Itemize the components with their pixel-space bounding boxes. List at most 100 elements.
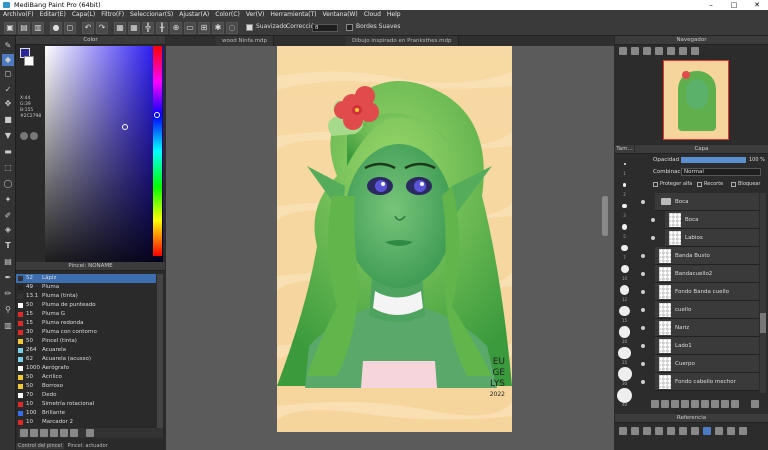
- ref-zoom-out-icon[interactable]: [643, 427, 651, 435]
- layer-visibility-icon[interactable]: [641, 290, 645, 294]
- text-tool-icon[interactable]: T: [2, 240, 14, 252]
- hue-slider-handle[interactable]: [154, 112, 160, 118]
- opacity-slider[interactable]: [681, 157, 746, 163]
- eraser-icon[interactable]: ◻: [64, 22, 76, 34]
- color-picker-cursor[interactable]: [122, 124, 128, 130]
- brush-cloud-icon[interactable]: [70, 429, 78, 437]
- new-icon[interactable]: ▣: [4, 22, 16, 34]
- bucket-tool-icon[interactable]: ▼: [2, 130, 14, 142]
- brush-list-item[interactable]: 50 Pluma de punteado: [16, 301, 156, 310]
- ref-fit-icon[interactable]: [655, 427, 663, 435]
- layer-row[interactable]: Banda Busto: [641, 247, 759, 265]
- brush-list-item[interactable]: 100 Brillante: [16, 409, 156, 418]
- menu-editar[interactable]: Editar(E): [37, 10, 69, 20]
- layer-scroll-thumb[interactable]: [760, 313, 766, 333]
- brush-list-item[interactable]: 264 Acuarela: [16, 346, 156, 355]
- add-brush-icon[interactable]: [20, 429, 28, 437]
- brush-list-item[interactable]: 15 Pluma G: [16, 310, 156, 319]
- brush-size-option[interactable]: 7: [616, 241, 633, 261]
- rect-tool-icon[interactable]: ■: [2, 114, 14, 126]
- snap5-icon[interactable]: ⊞: [198, 22, 210, 34]
- layer-visibility-icon[interactable]: [641, 254, 645, 258]
- snap7-icon[interactable]: ◌: [226, 22, 238, 34]
- gradient-tool-icon[interactable]: ▬: [2, 146, 14, 158]
- brush-list-item[interactable]: 70 Dedo: [16, 391, 156, 400]
- menu-ver[interactable]: Ver(V): [243, 10, 268, 20]
- brush-size-option[interactable]: 15: [616, 304, 633, 324]
- tab-doc-ninfa[interactable]: wood Ninfa.mdp: [216, 36, 274, 46]
- clipping-checkbox[interactable]: [697, 182, 702, 187]
- brush-size-option[interactable]: 12: [616, 283, 633, 303]
- ref-next-icon[interactable]: [727, 427, 735, 435]
- select-tool-icon[interactable]: ⬚: [2, 162, 14, 174]
- brush-size-option[interactable]: 10: [616, 262, 633, 282]
- navigator-preview[interactable]: [663, 60, 729, 140]
- layer-visibility-icon[interactable]: [641, 308, 645, 312]
- layer-row[interactable]: Lado1: [641, 337, 759, 355]
- eyedropper-icon[interactable]: ⚲: [2, 304, 14, 316]
- layer-visibility-icon[interactable]: [651, 218, 655, 222]
- canvas-area[interactable]: EU GE LYS 2022: [166, 46, 614, 450]
- magic-wand-icon[interactable]: ✦: [2, 194, 14, 206]
- new-layer-halftone-icon[interactable]: [661, 400, 669, 408]
- deselect-icon[interactable]: ▦: [114, 22, 126, 34]
- layer-up-icon[interactable]: [691, 400, 699, 408]
- snap6-icon[interactable]: ✱: [212, 22, 224, 34]
- layer-row[interactable]: Fondo Banda cuello: [641, 283, 759, 301]
- layer-visibility-icon[interactable]: [641, 380, 645, 384]
- saturation-value-box[interactable]: [45, 46, 163, 291]
- brush-list-item[interactable]: 49 Pluma: [16, 283, 156, 292]
- rotate-right-icon[interactable]: [691, 47, 699, 55]
- actual-size-icon[interactable]: [655, 47, 663, 55]
- layer-row[interactable]: Boca: [651, 211, 759, 229]
- maximize-button[interactable]: □: [723, 0, 745, 10]
- layer-visibility-icon[interactable]: [651, 236, 655, 240]
- correction-select[interactable]: 8: [312, 24, 338, 32]
- layer-visibility-icon[interactable]: [641, 362, 645, 366]
- menu-seleccionar[interactable]: Seleccionar(S): [127, 10, 176, 20]
- snap2-icon[interactable]: ╫: [156, 22, 168, 34]
- save-icon[interactable]: ▥: [32, 22, 44, 34]
- eraser-select-icon[interactable]: ◈: [2, 224, 14, 236]
- frame-tool-icon[interactable]: ▤: [2, 256, 14, 268]
- layer-visibility-icon[interactable]: [641, 344, 645, 348]
- menu-capa[interactable]: Capa(L): [69, 10, 98, 20]
- canvas-scrollbar[interactable]: [602, 196, 608, 236]
- brush-size-option[interactable]: 40: [616, 387, 633, 408]
- brush-tool-icon[interactable]: ✎: [2, 40, 14, 52]
- menu-archivo[interactable]: Archivo(F): [0, 10, 37, 20]
- move-tool-icon[interactable]: ✥: [2, 98, 14, 110]
- ref-zoom-in-icon[interactable]: [631, 427, 639, 435]
- brush-import-icon[interactable]: [60, 429, 68, 437]
- brush-list-item[interactable]: 10 Simetría rotacional: [16, 400, 156, 409]
- snap4-icon[interactable]: ▭: [184, 22, 196, 34]
- fill-select-tool-icon[interactable]: ◆: [2, 54, 14, 66]
- layer-visibility-icon[interactable]: [641, 326, 645, 330]
- layer-row[interactable]: Bandacuello2: [641, 265, 759, 283]
- layer-list-scrollbar[interactable]: [760, 193, 766, 393]
- blend-mode-select[interactable]: Normal: [681, 168, 761, 176]
- layer-cloud-icon[interactable]: [731, 400, 739, 408]
- ref-actual-icon[interactable]: [667, 427, 675, 435]
- undo-icon[interactable]: ↶: [82, 22, 94, 34]
- layer-row[interactable]: Fondo cabello mechor: [641, 373, 759, 391]
- secondary-color-swatch[interactable]: [24, 56, 34, 66]
- brush-list-item[interactable]: 62 Acuarela (acusso): [16, 355, 156, 364]
- brush-size-icon[interactable]: ●: [50, 22, 62, 34]
- dot-tool-icon[interactable]: ✓: [2, 84, 14, 96]
- ref-close-icon[interactable]: [739, 427, 747, 435]
- brush-list-item[interactable]: 15 Pluma redonda: [16, 319, 156, 328]
- layer-folder-icon[interactable]: [681, 400, 689, 408]
- layer-row[interactable]: cuello: [641, 301, 759, 319]
- layer-down-icon[interactable]: [701, 400, 709, 408]
- merge-layer-icon[interactable]: [711, 400, 719, 408]
- smoothing-checkbox[interactable]: [246, 24, 253, 31]
- menu-color[interactable]: Color(C): [212, 10, 243, 20]
- ref-rotate-icon[interactable]: [679, 427, 687, 435]
- dropper-tool-icon[interactable]: ✒: [2, 272, 14, 284]
- snap3-icon[interactable]: ⊕: [170, 22, 182, 34]
- delete-brush-icon[interactable]: [86, 429, 94, 437]
- brush-size-option[interactable]: 3: [616, 199, 633, 219]
- ref-flip-icon[interactable]: [691, 427, 699, 435]
- layer-row[interactable]: Nariz: [641, 319, 759, 337]
